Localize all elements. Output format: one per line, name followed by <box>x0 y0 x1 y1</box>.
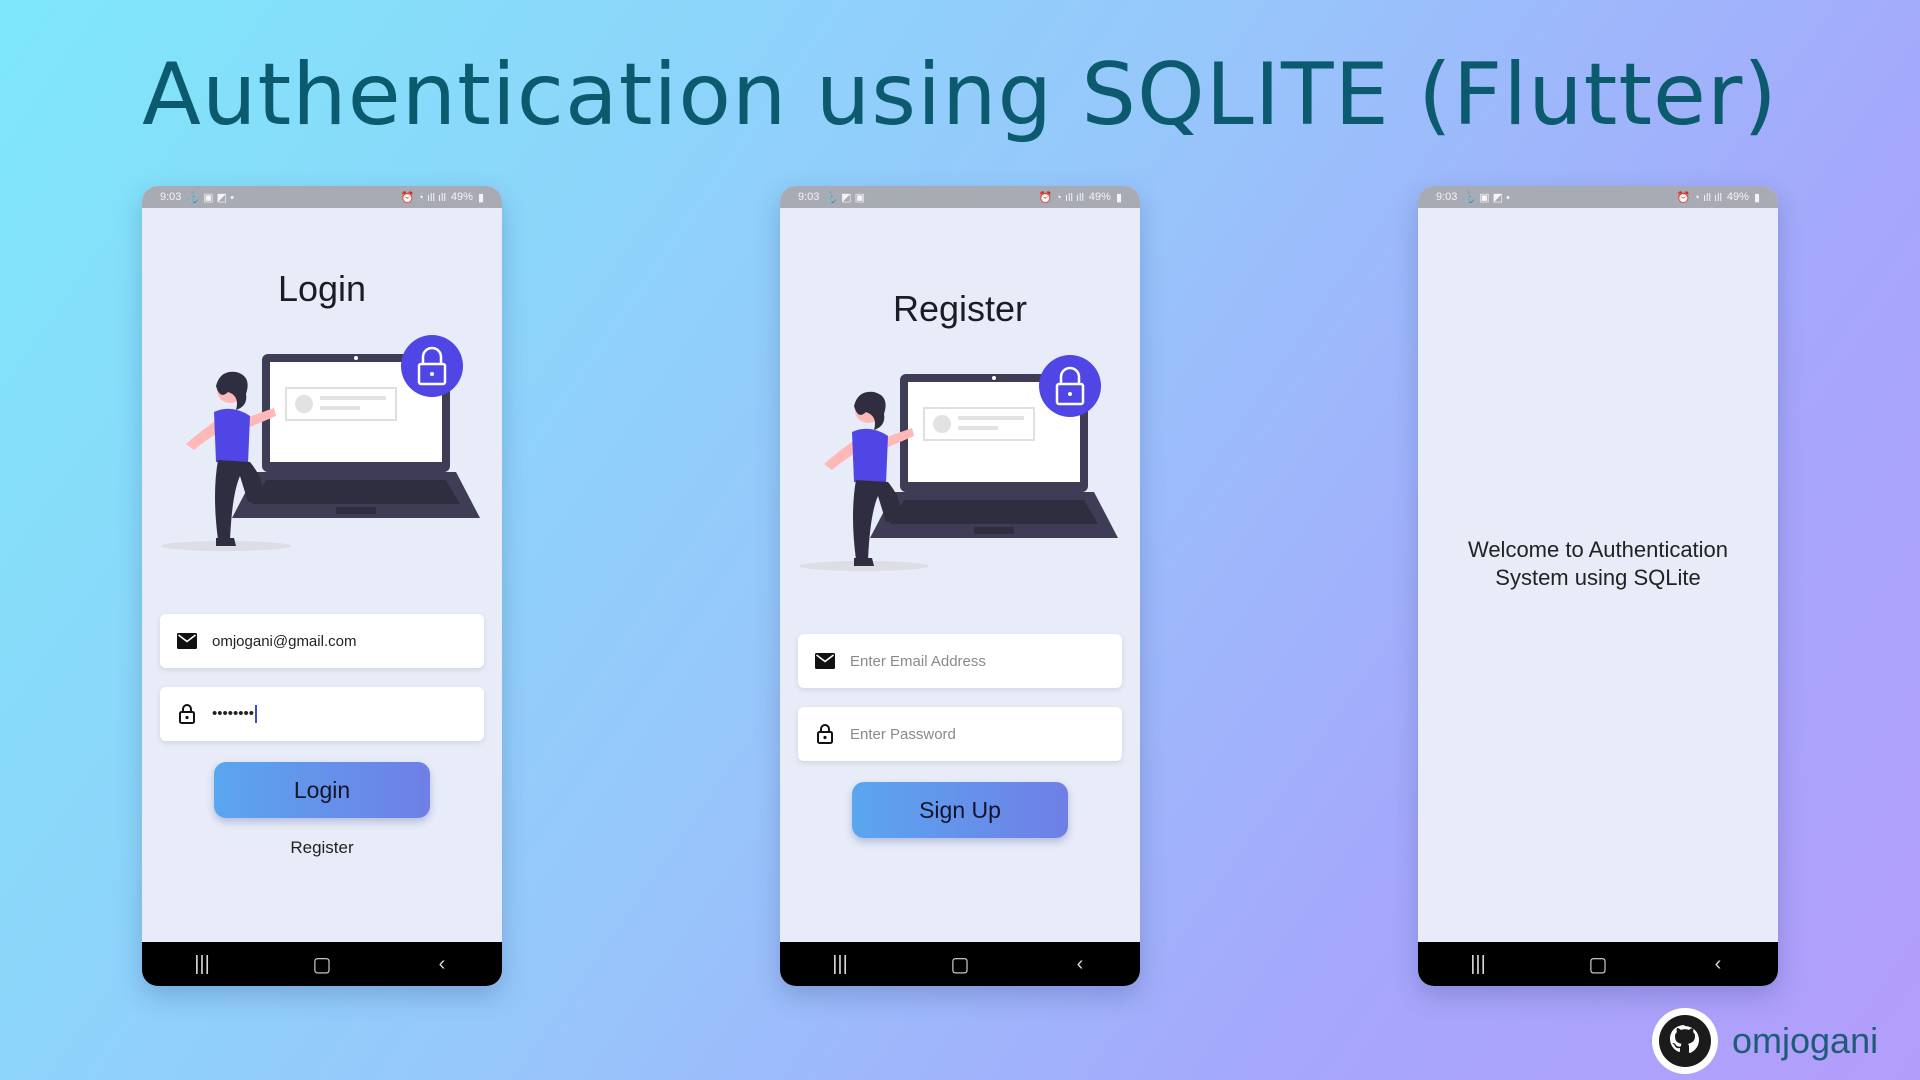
recent-apps-icon[interactable]: ||| <box>1458 953 1498 976</box>
battery-level: 49% <box>1088 191 1111 203</box>
lock-icon <box>176 703 198 725</box>
password-placeholder: Enter Password <box>850 725 956 743</box>
battery-icon: ▮ <box>477 191 484 204</box>
lock-icon <box>814 723 836 745</box>
login-illustration <box>156 334 496 554</box>
welcome-line-1: Welcome to Authentication <box>1467 537 1729 562</box>
login-button[interactable]: Login <box>214 762 430 818</box>
home-icon[interactable]: ▢ <box>940 952 980 977</box>
signal-icons: ⏰ ◔ ıll ıll <box>1676 191 1722 204</box>
notification-icons: ⚓ ▣ ◩ • <box>186 191 234 204</box>
brand-name: omjogani <box>1732 1020 1879 1061</box>
welcome-line-2: System using SQLite <box>1495 565 1701 590</box>
status-bar: 9:03 ⚓ ▣ ◩ • ⏰ ◔ ıll ıll 49% ▮ <box>142 186 502 208</box>
email-field[interactable]: Enter Email Address <box>798 634 1122 688</box>
signup-button[interactable]: Sign Up <box>852 782 1068 838</box>
mail-icon <box>176 630 198 652</box>
home-icon[interactable]: ▢ <box>1578 952 1618 977</box>
battery-level: 49% <box>450 191 473 203</box>
status-time: 9:03 <box>1436 191 1458 203</box>
register-phone: 9:03 ⚓ ◩ ▣ ⏰ ◔ ıll ıll 49% ▮ Register Enter… <box>780 186 1140 986</box>
text-cursor <box>255 705 258 724</box>
notification-icons: ⚓ ▣ ◩ • <box>1462 191 1510 204</box>
back-icon[interactable]: ‹ <box>1698 953 1738 976</box>
register-link[interactable]: Register <box>142 838 502 858</box>
login-phone: 9:03 ⚓ ▣ ◩ • ⏰ ◔ ıll ıll 49% ▮ Login omjoga… <box>142 186 502 986</box>
battery-icon: ▮ <box>1115 191 1122 204</box>
nav-bar: ||| ▢ ‹ <box>780 942 1140 986</box>
password-dots: •••••••• <box>212 704 255 722</box>
signal-icons: ⏰ ◔ ıll ıll <box>1038 191 1084 204</box>
battery-icon: ▮ <box>1753 191 1760 204</box>
home-phone: 9:03 ⚓ ▣ ◩ • ⏰ ◔ ıll ıll 49% ▮ Welcome to A… <box>1418 186 1778 986</box>
home-icon[interactable]: ▢ <box>302 952 342 977</box>
mail-icon <box>814 650 836 672</box>
welcome-message: Welcome to Authentication System using S… <box>1418 536 1778 592</box>
password-field[interactable]: •••••••• <box>160 687 484 741</box>
github-icon <box>1652 1008 1718 1074</box>
password-field[interactable]: Enter Password <box>798 707 1122 761</box>
back-icon[interactable]: ‹ <box>422 953 462 976</box>
notification-icons: ⚓ ◩ ▣ <box>824 191 866 204</box>
status-time: 9:03 <box>798 191 820 203</box>
github-brand[interactable]: omjogani <box>1652 1008 1878 1074</box>
register-illustration <box>794 354 1134 574</box>
status-bar: 9:03 ⚓ ▣ ◩ • ⏰ ◔ ıll ıll 49% ▮ <box>1418 186 1778 208</box>
login-title: Login <box>277 268 367 309</box>
back-icon[interactable]: ‹ <box>1060 953 1100 976</box>
email-field[interactable]: omjogani@gmail.com <box>160 614 484 668</box>
email-placeholder: Enter Email Address <box>850 652 986 670</box>
nav-bar: ||| ▢ ‹ <box>1418 942 1778 986</box>
register-title: Register <box>892 288 1028 329</box>
page-heading: Authentication using SQLITE (Flutter) <box>142 45 1778 145</box>
email-value: omjogani@gmail.com <box>212 632 357 650</box>
status-time: 9:03 <box>160 191 182 203</box>
recent-apps-icon[interactable]: ||| <box>182 953 222 976</box>
status-bar: 9:03 ⚓ ◩ ▣ ⏰ ◔ ıll ıll 49% ▮ <box>780 186 1140 208</box>
signal-icons: ⏰ ◔ ıll ıll <box>400 191 446 204</box>
battery-level: 49% <box>1726 191 1749 203</box>
recent-apps-icon[interactable]: ||| <box>820 953 860 976</box>
nav-bar: ||| ▢ ‹ <box>142 942 502 986</box>
password-value: •••••••• <box>212 704 258 724</box>
